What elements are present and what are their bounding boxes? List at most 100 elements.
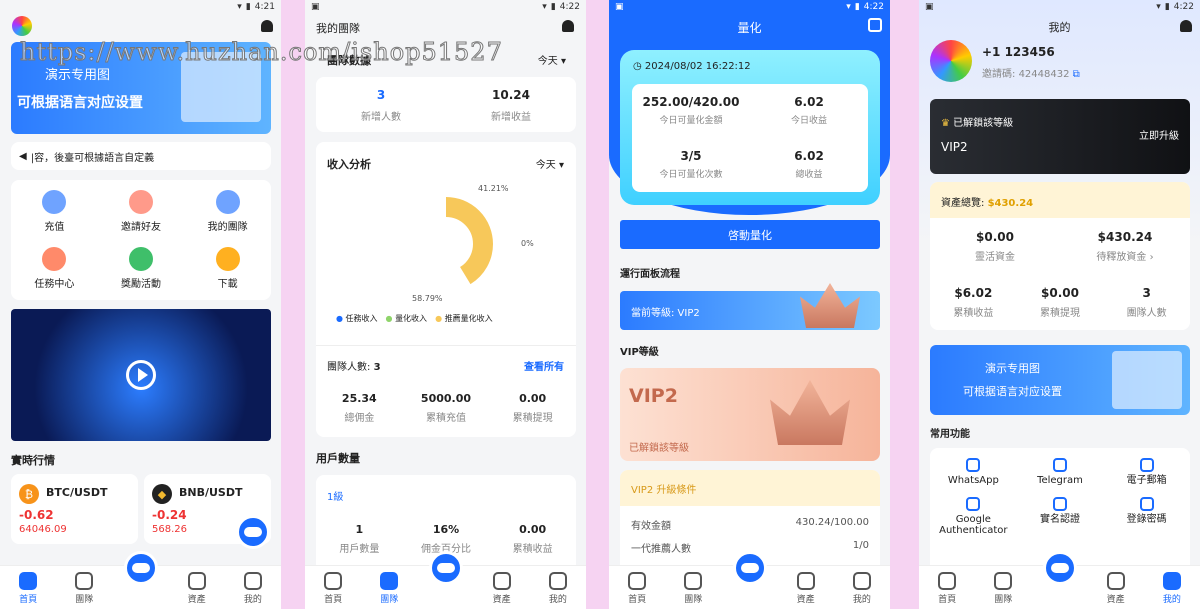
bell-icon[interactable] [1180, 20, 1192, 32]
tab-mine[interactable]: 我的 [233, 572, 273, 605]
stat-label: 今日收益 [790, 116, 827, 126]
video-banner[interactable] [11, 309, 271, 441]
tab-label: 團隊 [75, 595, 94, 605]
tab-label: 團隊 [684, 595, 703, 605]
btc-icon: ₿ [19, 484, 39, 504]
func-label: Telegram [1037, 475, 1083, 486]
grid-icon [215, 190, 240, 214]
notice-text: |容，後臺可根據語言自定義 [30, 152, 155, 164]
grid-label: 邀請好友 [120, 222, 161, 233]
tab-team[interactable]: 團隊 [64, 572, 104, 605]
stat-value: $0.00 [1041, 286, 1079, 300]
grid-item[interactable]: 下載 [184, 247, 271, 290]
grid-item[interactable]: 獎勵活動 [98, 247, 185, 290]
play-icon[interactable] [126, 360, 156, 390]
assets-icon [796, 572, 815, 590]
tab-label: 我的 [852, 595, 871, 605]
tab-assets[interactable]: 資產 [177, 572, 217, 605]
grid-item[interactable]: 邀請好友 [98, 190, 185, 233]
tab-home[interactable]: 首頁 [313, 572, 353, 605]
chart-legend: ● 任務收入 ● 量化收入 ● 推薦量化收入 [336, 313, 493, 324]
assets-icon [187, 572, 206, 590]
asset-stat: $0.00 累積提現 [1017, 274, 1104, 330]
grid-item[interactable]: 充值 [11, 190, 98, 233]
tab-label: 團隊 [994, 595, 1013, 605]
bot-icon[interactable] [429, 551, 463, 585]
coin-btc[interactable]: ₿ BTC/USDT -0.62 64046.09 [11, 474, 138, 544]
status-bar: ▾ ▮ 4:21 [237, 2, 275, 12]
tab-team[interactable]: 團隊 [673, 572, 713, 605]
start-quant-button[interactable]: 啓動量化 [620, 220, 880, 249]
grid-icon [42, 247, 67, 271]
stat-label: 團隊人數 [1126, 308, 1167, 319]
bot-icon[interactable] [1043, 551, 1077, 585]
func-item[interactable]: WhatsApp [930, 458, 1017, 487]
avatar[interactable] [930, 40, 972, 82]
history-icon[interactable] [868, 18, 882, 32]
stat-value: 0.00 [519, 523, 547, 536]
notice-bar[interactable]: ◀ |容，後臺可根據語言自定義 [11, 142, 271, 170]
grid-item[interactable]: 任務中心 [11, 247, 98, 290]
home-icon [19, 572, 38, 590]
tab-assets[interactable]: 資產 [786, 572, 826, 605]
flow-title: 運行面板流程 [620, 269, 680, 280]
copy-icon[interactable]: ⧉ [1073, 69, 1080, 80]
tab-label: 我的 [548, 595, 567, 605]
bell-icon[interactable] [562, 20, 574, 32]
vip-name: VIP2 [629, 385, 678, 407]
stat-value: $430.24 [1097, 230, 1153, 244]
stat-value: 6.02 [794, 149, 824, 163]
tab-assets[interactable]: 資產 [1096, 572, 1136, 605]
bot-icon[interactable] [733, 551, 767, 585]
tab-assets[interactable]: 資產 [482, 572, 522, 605]
current-level-bar[interactable]: 當前等級: VIP2 [620, 283, 880, 330]
mine-icon [1162, 572, 1181, 590]
speaker-icon: ◀ [19, 150, 27, 162]
grid-item[interactable]: 我的團隊 [184, 190, 271, 233]
coin-name: BTC/USDT [46, 486, 108, 499]
tab-label: 首頁 [324, 595, 343, 605]
tab-mine[interactable]: 我的 [1152, 572, 1192, 605]
tab-mine[interactable]: 我的 [538, 572, 578, 605]
bot-icon[interactable] [124, 551, 158, 585]
home-icon [628, 572, 647, 590]
period-select[interactable]: 今天 ▾ [536, 156, 564, 171]
bell-icon[interactable] [261, 20, 273, 32]
id-card-icon [1052, 496, 1067, 511]
coin-price: 568.26 [152, 524, 187, 535]
func-item[interactable]: Telegram [1017, 458, 1104, 487]
tab-mine[interactable]: 我的 [842, 572, 882, 605]
screen-team: ▣ ▾ ▮ 4:22 我的團隊 團隊數據 今天 ▾ 3 新增人數 10.24 新增收益… [305, 0, 586, 609]
func-item[interactable]: 電子郵箱 [1103, 458, 1190, 487]
pct-label: 41.21% [478, 184, 509, 193]
promo-banner[interactable]: 演示专用图 可根据语言对应设置 [930, 345, 1190, 415]
tab-home[interactable]: 首頁 [927, 572, 967, 605]
banner-title: 演示专用图 [45, 68, 111, 83]
cond-row: 有效金額 430.24/100.00 [631, 517, 869, 532]
vip-status: ♛ 已解鎖該等級 [941, 118, 1014, 129]
tab-home[interactable]: 首頁 [617, 572, 657, 605]
team-summary: 3 新增人數 10.24 新增收益 [316, 77, 576, 132]
tab-team[interactable]: 團隊 [369, 572, 409, 605]
tab-label: 我的 [1162, 595, 1181, 605]
clock-icon: ◷ [633, 61, 642, 72]
func-item[interactable]: Google Authenticator [930, 496, 1017, 537]
grid-label: 我的團隊 [207, 222, 248, 233]
quant-stat: 6.02 總收益 [750, 138, 868, 192]
view-all-link[interactable]: 查看所有 [524, 358, 564, 373]
upgrade-now-button[interactable]: 立即升級 [1139, 127, 1179, 142]
tab-team[interactable]: 團隊 [983, 572, 1023, 605]
income-analysis-title: 收入分析 [327, 158, 371, 171]
invite-code[interactable]: 邀請碼: 42448432 ⧉ [982, 65, 1080, 80]
func-item[interactable]: 實名認證 [1017, 496, 1104, 537]
grid-icon [215, 247, 240, 271]
func-item[interactable]: 登錄密碼 [1103, 496, 1190, 537]
tab-label: 資產 [492, 595, 511, 605]
func-label: Google Authenticator [939, 513, 1008, 537]
period-select[interactable]: 今天 ▾ [538, 52, 566, 67]
support-bot-icon[interactable] [236, 515, 270, 549]
pct-label: 58.79% [412, 294, 443, 303]
screen-quant: ▣ ▾ ▮ 4:22 量化 ◷ 2024/08/02 16:22:12 252.00/… [609, 0, 890, 609]
asset-stat[interactable]: $430.24 待釋放資金 › [1060, 218, 1190, 274]
tab-home[interactable]: 首頁 [8, 572, 48, 605]
